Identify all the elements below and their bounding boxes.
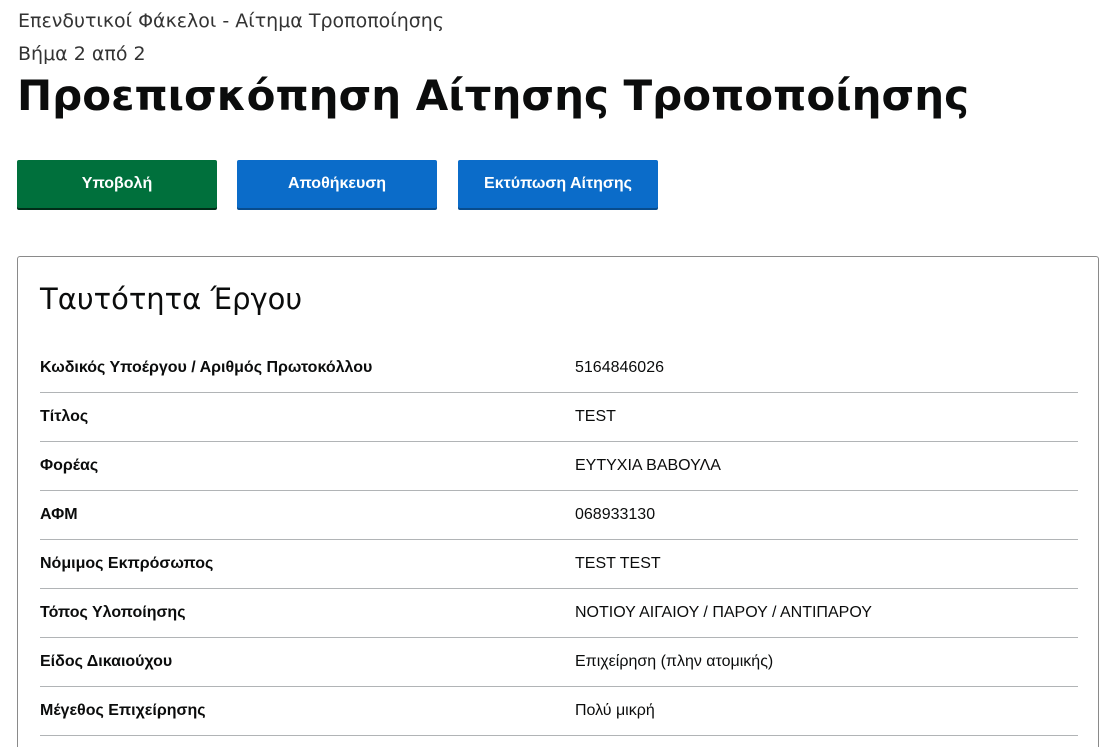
page: Επενδυτικοί Φάκελοι - Αίτημα Τροποποίηση… [0,0,1113,747]
summary-value: TEST TEST [575,555,661,572]
summary-value: 5164846026 [575,359,664,376]
summary-list: Κωδικός Υποέργου / Αριθμός Πρωτοκόλλου 5… [40,344,1078,736]
summary-value: ΝΟΤΙΟΥ ΑΙΓΑΙΟΥ / ΠΑΡΟΥ / ΑΝΤΙΠΑΡΟΥ [575,604,872,621]
summary-value: ΕΥΤΥΧΙΑ ΒΑΒΟΥΛΑ [575,457,721,474]
breadcrumb: Επενδυτικοί Φάκελοι - Αίτημα Τροποποίηση… [18,10,444,32]
step-indicator: Βήμα 2 από 2 [18,43,146,65]
summary-row-legal-representative: Νόμιμος Εκπρόσωπος TEST TEST [40,540,1078,589]
project-identity-card: Ταυτότητα Έργου Κωδικός Υποέργου / Αριθμ… [17,256,1099,747]
summary-row-tax-id: ΑΦΜ 068933130 [40,491,1078,540]
summary-key: ΑΦΜ [40,506,78,523]
summary-value: TEST [575,408,616,425]
summary-row-project-code: Κωδικός Υποέργου / Αριθμός Πρωτοκόλλου 5… [40,344,1078,393]
print-application-button[interactable]: Εκτύπωση Αίτησης [458,160,658,208]
summary-key: Κωδικός Υποέργου / Αριθμός Πρωτοκόλλου [40,359,373,376]
summary-row-organization: Φορέας ΕΥΤΥΧΙΑ ΒΑΒΟΥΛΑ [40,442,1078,491]
summary-key: Τόπος Υλοποίησης [40,604,186,621]
summary-key: Τίτλος [40,408,89,425]
card-title: Ταυτότητα Έργου [40,282,303,316]
summary-row-business-size: Μέγεθος Επιχείρησης Πολύ μικρή [40,687,1078,736]
summary-key: Νόμιμος Εκπρόσωπος [40,555,214,572]
summary-key: Μέγεθος Επιχείρησης [40,702,206,719]
summary-value: Επιχείρηση (πλην ατομικής) [575,653,774,670]
save-button[interactable]: Αποθήκευση [237,160,437,208]
submit-button[interactable]: Υποβολή [17,160,217,208]
summary-key: Είδος Δικαιούχου [40,653,173,670]
summary-row-location: Τόπος Υλοποίησης ΝΟΤΙΟΥ ΑΙΓΑΙΟΥ / ΠΑΡΟΥ … [40,589,1078,638]
page-title: Προεπισκόπηση Αίτησης Τροποποίησης [17,71,969,120]
summary-row-title: Τίτλος TEST [40,393,1078,442]
summary-row-beneficiary-type: Είδος Δικαιούχου Επιχείρηση (πλην ατομικ… [40,638,1078,687]
summary-key: Φορέας [40,457,99,474]
summary-value: 068933130 [575,506,656,523]
summary-value: Πολύ μικρή [575,702,655,719]
